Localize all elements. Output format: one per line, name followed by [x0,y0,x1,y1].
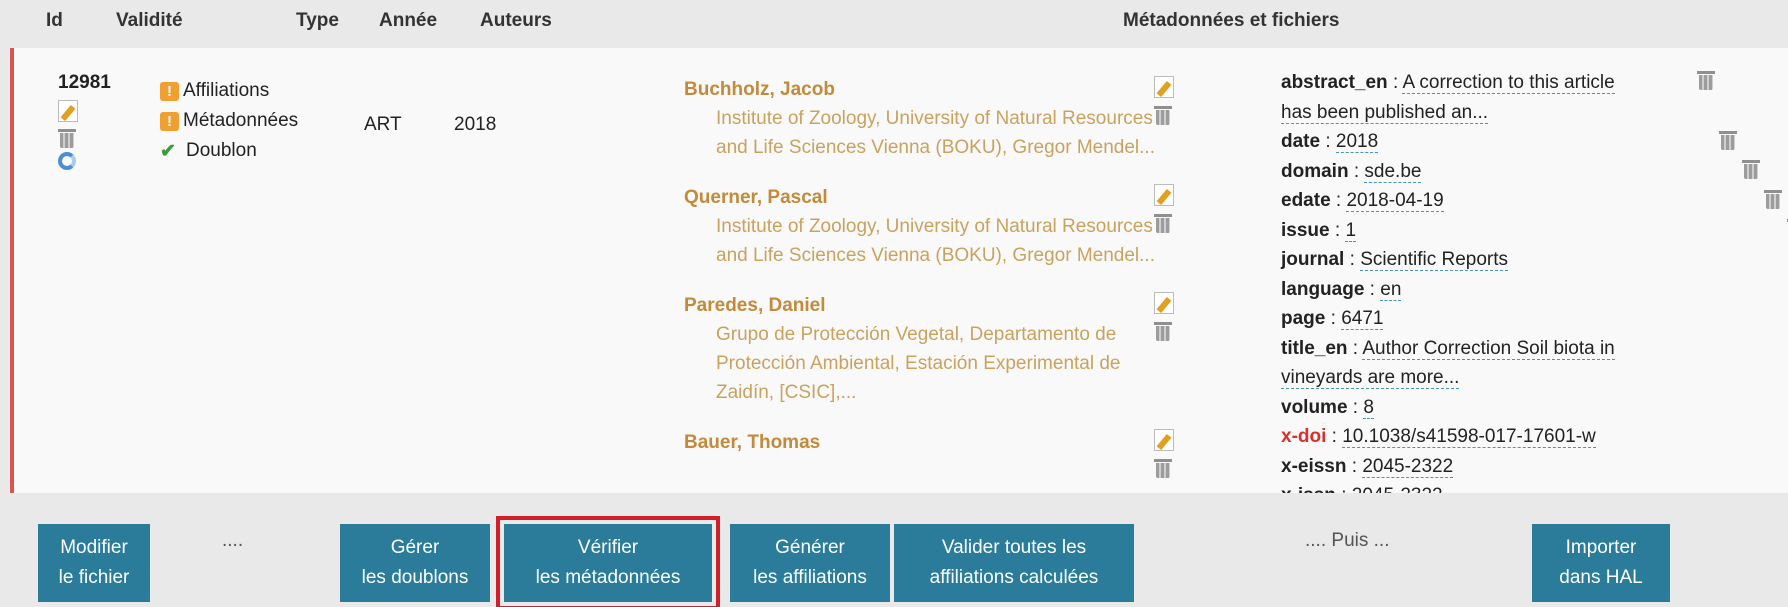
author-affiliation: Institute of Zoology, University of Natu… [716,216,1153,237]
edit-icon[interactable] [1154,184,1174,206]
meta-date: date : 2018 [1281,131,1379,153]
record-type: ART [364,114,402,135]
meta-value[interactable]: 1 [1345,219,1357,242]
author-item: Querner, Pascal Institute of Zoology, Un… [684,184,1204,270]
modifier-fichier-button[interactable]: Modifier le fichier [38,524,150,602]
author-item: Bauer, Thomas [684,429,1204,478]
meta-x-doi: x-doi : 10.1038/s41598-017-17601-w [1281,426,1596,448]
meta-domain: domain : sde.be [1281,160,1422,183]
record-year: 2018 [454,114,497,135]
meta-value[interactable]: 6471 [1341,308,1384,330]
meta-title-en: title_en : Author Correction Soil biota … [1281,337,1615,389]
meta-value[interactable]: 2045-2322 [1362,455,1454,478]
edit-icon[interactable] [1154,292,1174,314]
meta-value[interactable]: 2018-04-19 [1346,190,1444,212]
meta-value[interactable]: 2018 [1335,131,1379,153]
trash-icon[interactable] [1154,319,1172,341]
author-item: Buchholz, Jacob Institute of Zoology, Un… [684,76,1204,162]
record-actions [58,100,82,178]
trash-icon[interactable] [1154,103,1172,125]
valider-affiliations-button[interactable]: Valider toutes les affiliations calculées [894,524,1134,602]
meta-x-issn: x-issn : 2045-2322 [1281,481,1671,493]
puis-label: .... Puis ... [1305,530,1390,551]
author-affiliation: Zaidín, [CSIC],... [716,382,857,403]
meta-value[interactable]: en [1380,278,1402,301]
author-name[interactable]: Bauer, Thomas [684,429,1204,457]
validity-metadonnees[interactable]: ! Métadonnées [160,106,298,136]
col-type: Type [296,10,339,31]
record-row: 12981 ! Affiliations ! Métadonnées ✔ Dou… [10,48,1788,493]
check-icon: ✔ [160,140,176,162]
trash-icon[interactable] [58,126,76,148]
trash-icon[interactable] [1719,128,1738,150]
table-header: Id Validité Type Année Auteurs Métadonné… [0,0,1788,46]
meta-edate: edate : 2018-04-19 [1281,190,1444,212]
meta-value[interactable]: 8 [1363,396,1374,419]
meta-page: page : 6471 [1281,308,1384,330]
author-name[interactable]: Paredes, Daniel [684,292,1204,320]
warning-icon: ! [160,81,179,101]
author-name[interactable]: Querner, Pascal [684,184,1204,212]
meta-value[interactable]: A correction to this article [1402,72,1615,94]
author-affiliation: Protección Ambiental, Estación Experimen… [716,353,1121,374]
validity-label: Doublon [186,140,257,161]
meta-value-cont[interactable]: vineyards are more... [1281,367,1460,389]
edit-icon[interactable] [58,100,78,122]
warning-icon: ! [160,111,179,131]
author-item: Paredes, Daniel Grupo de Protección Vege… [684,292,1204,407]
meta-value[interactable]: Author Correction Soil biota in [1362,337,1615,360]
col-auteurs: Auteurs [480,10,552,31]
trash-icon[interactable] [1697,68,1715,90]
meta-value[interactable]: Scientific Reports [1360,249,1509,271]
refresh-icon[interactable] [58,152,76,170]
validity-affiliations[interactable]: ! Affiliations [160,76,298,106]
validity-label: Métadonnées [183,110,299,131]
meta-abstract-en: abstract_en : A correction to this artic… [1281,72,1615,124]
trash-icon[interactable] [1741,157,1760,179]
col-annee: Année [379,10,438,31]
author-name[interactable]: Buchholz, Jacob [684,76,1204,104]
author-affiliation: Institute of Zoology, University of Natu… [716,108,1153,129]
col-meta: Métadonnées et fichiers [1123,10,1340,31]
edit-icon[interactable] [1154,429,1174,451]
validity-doublon[interactable]: ✔ Doublon [160,136,298,166]
importer-hal-button[interactable]: Importer dans HAL [1532,524,1670,602]
trash-icon[interactable] [1764,187,1783,209]
edit-icon[interactable] [1154,76,1174,98]
col-validite: Validité [116,10,183,31]
meta-journal: journal : Scientific Reports [1281,249,1509,271]
trash-icon[interactable] [1154,211,1172,233]
generer-affiliations-button[interactable]: Générer les affiliations [730,524,890,602]
meta-value-cont[interactable]: has been published an... [1281,101,1489,124]
separator-dots: .... [222,530,244,551]
meta-language: language : en [1281,278,1402,301]
author-affiliation: and Life Sciences Vienna (BOKU), Gregor … [716,137,1155,158]
meta-value[interactable]: sde.be [1364,160,1422,183]
meta-issue: issue : 1 [1281,219,1357,242]
record-id: 12981 [58,72,111,93]
meta-value[interactable]: 10.1038/s41598-017-17601-w [1342,426,1596,448]
trash-icon[interactable] [1154,456,1172,478]
meta-volume: volume : 8 [1281,396,1374,419]
metadata-list: abstract_en : A correction to this artic… [1281,68,1671,493]
author-affiliation: and Life Sciences Vienna (BOKU), Gregor … [716,245,1155,266]
validity-list: ! Affiliations ! Métadonnées ✔ Doublon [160,76,298,166]
verifier-metadonnees-button[interactable]: Vérifier les métadonnées [496,516,720,607]
meta-x-eissn: x-eissn : 2045-2322 [1281,455,1454,478]
author-affiliation: Grupo de Protección Vegetal, Departament… [716,324,1117,345]
gerer-doublons-button[interactable]: Gérer les doublons [340,524,490,602]
authors-list: Buchholz, Jacob Institute of Zoology, Un… [684,76,1204,479]
meta-value[interactable]: 2045-2322 [1351,485,1443,493]
validity-label: Affiliations [183,80,270,101]
col-id: Id [46,10,63,31]
